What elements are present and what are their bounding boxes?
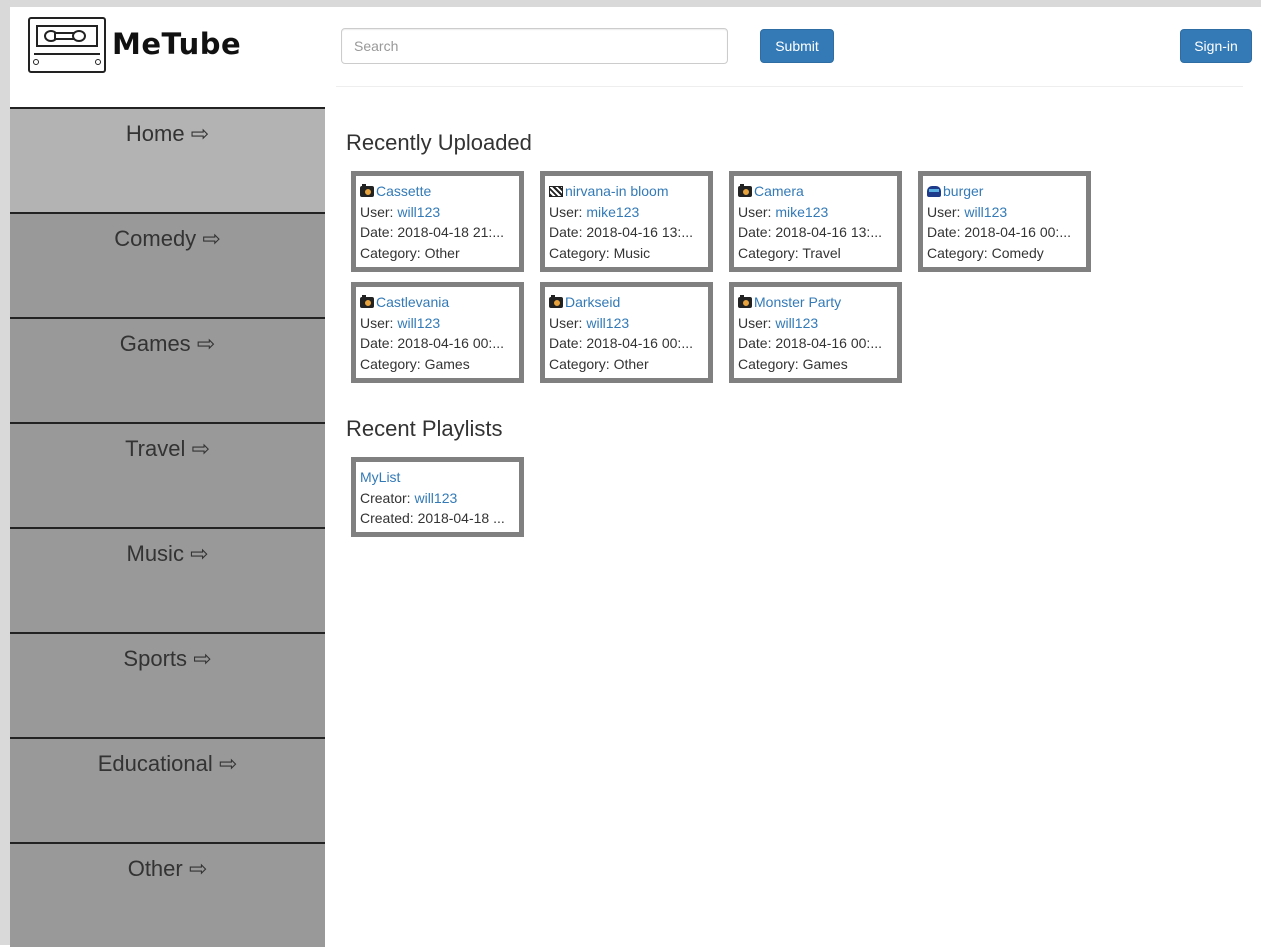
video-title-link[interactable]: Monster Party [754, 294, 841, 310]
category-label: Category: [360, 244, 425, 261]
search-input[interactable] [341, 28, 728, 64]
category-label: Category: [360, 355, 425, 372]
category-value: Other [424, 244, 460, 261]
sidebar-item-label: Travel ⇨ [125, 436, 210, 461]
date-label: Date: [738, 224, 776, 240]
sidebar-item-music[interactable]: Music ⇨ [10, 527, 325, 632]
date-label: Date: [360, 335, 398, 351]
user-label: User: [549, 203, 587, 220]
sign-in-button[interactable]: Sign-in [1180, 29, 1252, 63]
video-card: Darkseid User: will123 Date: 2018-04-16 … [540, 282, 713, 383]
category-label: Category: [738, 355, 803, 372]
category-value: Games [424, 355, 470, 372]
video-card: Monster Party User: will123 Date: 2018-0… [729, 282, 902, 383]
video-title-link[interactable]: Darkseid [565, 294, 620, 310]
camera-icon [738, 184, 752, 197]
creator-label: Creator: [360, 489, 415, 506]
playlist-card: MyList Creator: will123 Created: 2018-04… [351, 457, 524, 537]
category-value: Other [613, 355, 649, 372]
upload-date: 2018-04-16 00: [775, 335, 871, 351]
app-name: MeTube [112, 27, 242, 61]
category-label: Category: [549, 244, 614, 261]
sidebar: Home ⇨ Comedy ⇨ Games ⇨ Travel ⇨ Music ⇨… [10, 107, 325, 947]
submit-button[interactable]: Submit [760, 29, 834, 63]
category-value: Music [613, 244, 651, 261]
sidebar-item-label: Games ⇨ [119, 331, 216, 356]
user-label: User: [360, 203, 398, 220]
user-link[interactable]: will123 [775, 315, 818, 331]
user-link[interactable]: will123 [397, 315, 440, 331]
user-label: User: [360, 314, 398, 331]
video-card: Cassette User: will123 Date: 2018-04-18 … [351, 171, 524, 272]
user-link[interactable]: will123 [397, 204, 440, 220]
user-link[interactable]: will123 [586, 315, 629, 331]
camera-icon [549, 295, 563, 308]
category-label: Category: [738, 244, 803, 261]
upload-date: 2018-04-16 00: [397, 335, 493, 351]
sidebar-item-sports[interactable]: Sports ⇨ [10, 632, 325, 737]
sidebar-item-home[interactable]: Home ⇨ [10, 107, 325, 212]
clapperboard-icon [549, 186, 563, 197]
camera-icon [738, 295, 752, 308]
date-label: Date: [738, 335, 776, 351]
category-value: Travel [802, 244, 841, 261]
video-title-link[interactable]: Cassette [376, 183, 431, 199]
header: MeTube Submit Sign-in [10, 7, 1261, 87]
sidebar-item-label: Comedy ⇨ [114, 226, 221, 251]
video-card: burger User: will123 Date: 2018-04-16 00… [918, 171, 1091, 272]
creator-link[interactable]: will123 [414, 490, 457, 506]
video-title-link[interactable]: Camera [754, 183, 804, 199]
category-value: Comedy [991, 244, 1044, 261]
user-link[interactable]: mike123 [775, 204, 828, 220]
user-label: User: [549, 314, 587, 331]
header-divider [336, 86, 1243, 87]
user-link[interactable]: will123 [964, 204, 1007, 220]
video-card: Castlevania User: will123 Date: 2018-04-… [351, 282, 524, 383]
recent-playlists-heading: Recent Playlists [346, 416, 503, 441]
created-label: Created: [360, 510, 418, 526]
burger-icon [927, 186, 941, 197]
sidebar-item-educational[interactable]: Educational ⇨ [10, 737, 325, 842]
sidebar-item-travel[interactable]: Travel ⇨ [10, 422, 325, 527]
category-label: Category: [927, 244, 992, 261]
created-date: 2018-04-18 ... [417, 510, 505, 526]
camera-icon [360, 295, 374, 308]
upload-date: 2018-04-16 13: [586, 224, 682, 240]
date-label: Date: [927, 224, 965, 240]
logo[interactable]: MeTube [28, 17, 241, 75]
upload-date: 2018-04-16 00: [964, 224, 1060, 240]
sidebar-item-label: Home ⇨ [125, 121, 210, 146]
upload-date: 2018-04-16 00: [586, 335, 682, 351]
upload-date: 2018-04-18 21: [397, 224, 493, 240]
user-label: User: [738, 314, 776, 331]
recently-uploaded-heading: Recently Uploaded [346, 130, 532, 155]
cassette-logo-icon [28, 17, 106, 73]
category-label: Category: [549, 355, 614, 372]
sidebar-item-games[interactable]: Games ⇨ [10, 317, 325, 422]
sidebar-item-comedy[interactable]: Comedy ⇨ [10, 212, 325, 317]
playlist-name-link[interactable]: MyList [360, 469, 400, 485]
sidebar-item-label: Music ⇨ [126, 541, 209, 566]
video-title-link[interactable]: nirvana-in bloom [565, 183, 669, 199]
video-card: Camera User: mike123 Date: 2018-04-16 13… [729, 171, 902, 272]
camera-icon [360, 184, 374, 197]
video-title-link[interactable]: Castlevania [376, 294, 449, 310]
user-label: User: [927, 203, 965, 220]
sidebar-item-label: Educational ⇨ [97, 751, 238, 776]
category-value: Games [802, 355, 848, 372]
sidebar-item-other[interactable]: Other ⇨ [10, 842, 325, 947]
sidebar-item-label: Sports ⇨ [123, 646, 212, 671]
video-card: nirvana-in bloom User: mike123 Date: 201… [540, 171, 713, 272]
sidebar-item-label: Other ⇨ [127, 856, 208, 881]
date-label: Date: [549, 335, 587, 351]
user-link[interactable]: mike123 [586, 204, 639, 220]
user-label: User: [738, 203, 776, 220]
date-label: Date: [360, 224, 398, 240]
date-label: Date: [549, 224, 587, 240]
upload-date: 2018-04-16 13: [775, 224, 871, 240]
video-title-link[interactable]: burger [943, 183, 983, 199]
